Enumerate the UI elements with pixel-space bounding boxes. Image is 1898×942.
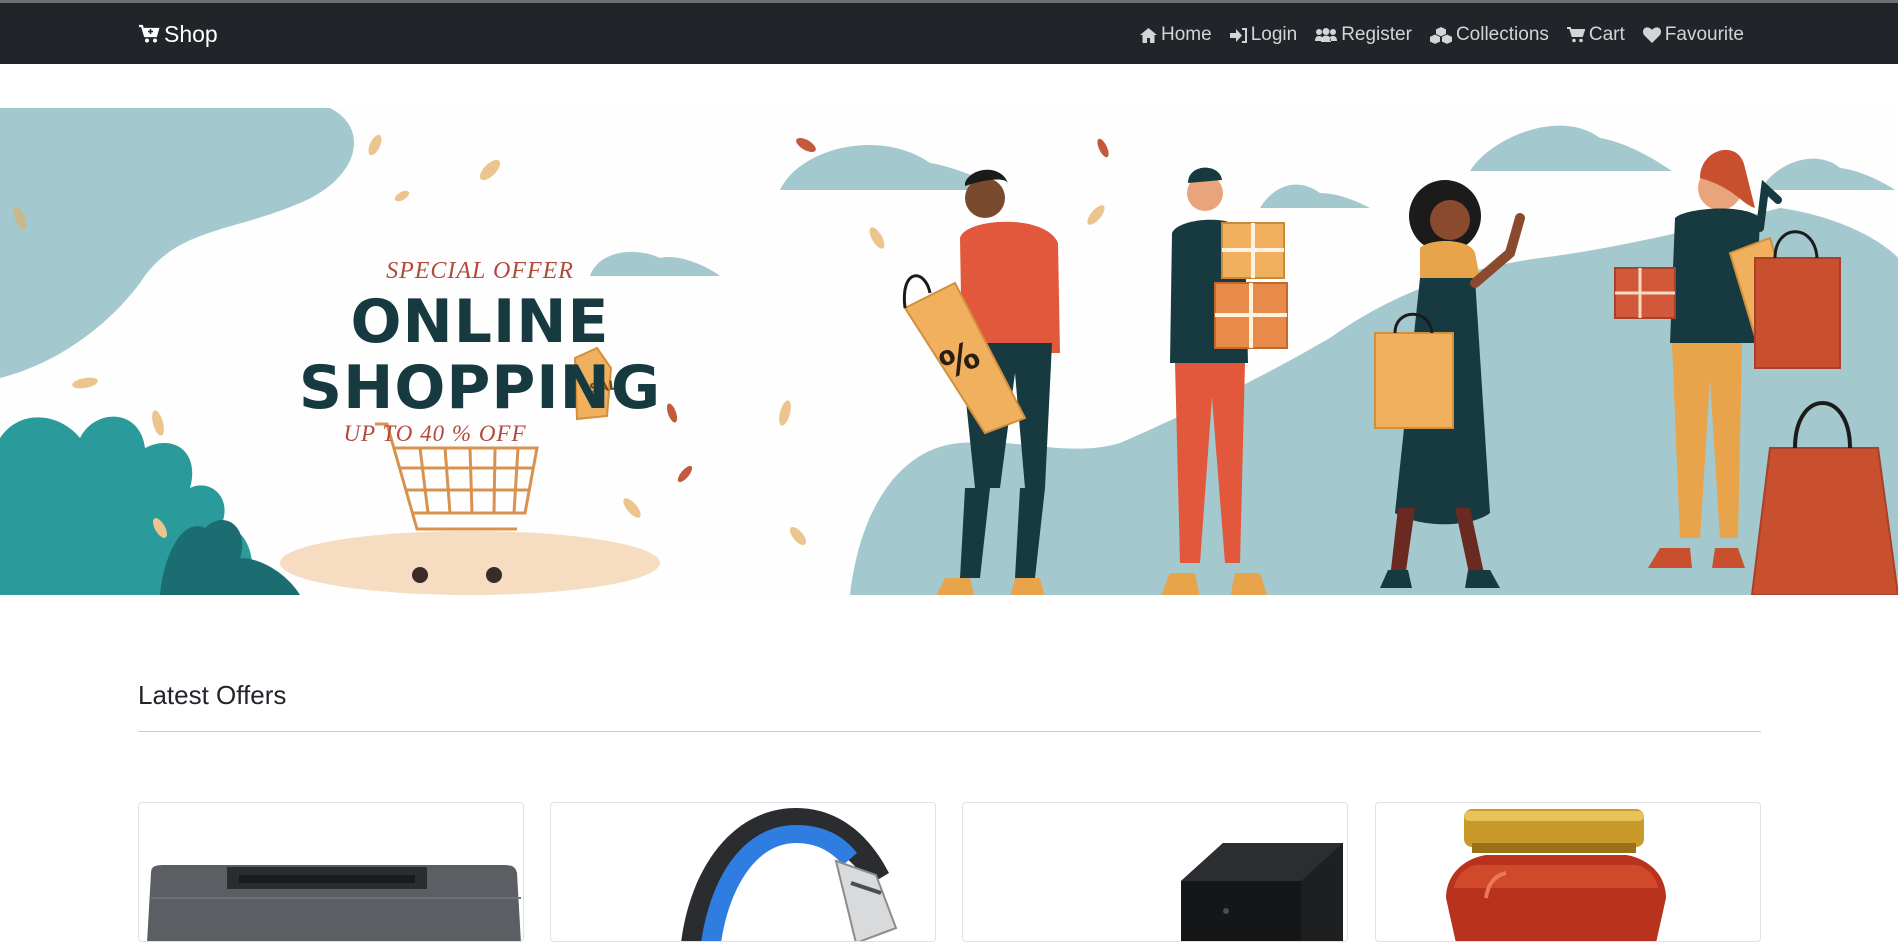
heart-icon [1642, 27, 1661, 43]
nav-cart[interactable]: Cart [1558, 21, 1634, 49]
hero-special: SPECIAL OFFER [386, 258, 574, 284]
sign-in-icon [1229, 27, 1247, 43]
printer-image [147, 865, 521, 941]
product-card[interactable] [138, 802, 524, 942]
nav-menu: Home Login Register Collections Cart Fav… [1131, 21, 1753, 49]
home-icon [1140, 27, 1158, 43]
hero-headline: ONLINE SHOPPING [298, 287, 662, 423]
headphones-image [681, 808, 898, 941]
section-title: Latest Offers [138, 680, 287, 710]
nav-favourite[interactable]: Favourite [1634, 21, 1753, 49]
jar-image [1446, 809, 1666, 941]
hero-banner: SALE % SPECIAL OFFER ONLINE SHOPPING UP … [0, 108, 1898, 595]
brand-label: Shop [164, 20, 218, 47]
product-card[interactable] [1375, 802, 1761, 942]
nav-favourite-label: Favourite [1664, 24, 1744, 45]
product-card[interactable] [962, 802, 1348, 942]
hero-discount: UP TO 40 % OFF [343, 421, 527, 446]
users-icon [1315, 27, 1338, 42]
product-card[interactable] [550, 802, 936, 942]
nav-home-label: Home [1161, 24, 1212, 45]
hero-text: SPECIAL OFFER ONLINE SHOPPING UP TO 40 %… [160, 258, 800, 447]
nav-login[interactable]: Login [1221, 21, 1307, 49]
nav-register-label: Register [1341, 24, 1412, 45]
cart-icon [1566, 27, 1585, 43]
cubes-icon [1429, 26, 1452, 44]
nav-cart-label: Cart [1588, 24, 1625, 45]
nav-home[interactable]: Home [1131, 21, 1221, 49]
nav-register[interactable]: Register [1306, 21, 1421, 49]
nav-login-label: Login [1250, 24, 1298, 45]
nav-collections[interactable]: Collections [1421, 21, 1558, 49]
navbar: Shop Home Login Register Collections Car… [0, 3, 1898, 64]
nav-collections-label: Collections [1455, 24, 1549, 45]
brand-link[interactable]: Shop [138, 20, 218, 48]
section-divider [138, 731, 1761, 732]
cart-plus-icon [139, 24, 160, 43]
speaker-image [1181, 843, 1343, 941]
